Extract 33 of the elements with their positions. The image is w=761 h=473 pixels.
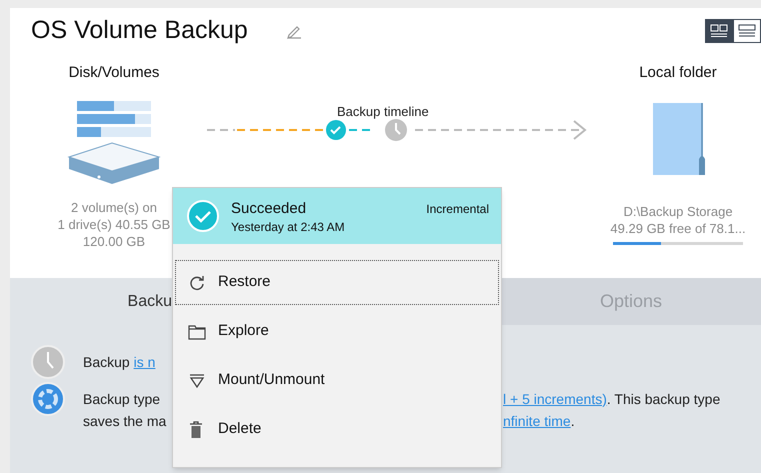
trash-icon <box>188 420 204 438</box>
status-text: Succeeded <box>231 200 308 218</box>
timestamp: Yesterday at 2:43 AM <box>231 219 345 236</box>
tab[interactable]: Backu <box>10 278 172 325</box>
window-title: OS Volume Backup <box>31 15 248 46</box>
list-view-button[interactable] <box>733 19 761 43</box>
folder-icon <box>650 102 706 176</box>
check-circle-icon <box>187 200 219 232</box>
card-view-button[interactable] <box>705 19 733 43</box>
detail-text: 120.00 GB <box>82 232 146 250</box>
folder-icon <box>188 324 206 340</box>
timeline-label: Backup timeline <box>337 103 429 121</box>
detail-text: 2 volume(s) on <box>71 198 157 216</box>
info-text: Backup <box>83 352 131 372</box>
info-text: . This backup type <box>606 390 720 409</box>
menu-item[interactable]: Mount/Unmount <box>175 358 499 403</box>
section-heading: Local folder <box>639 63 717 83</box>
clock-icon <box>30 345 64 379</box>
detail-text: 1 drive(s) 40.55 GB <box>58 216 170 232</box>
backup-type: Incremental <box>426 201 489 218</box>
info-text: saves the ma <box>83 412 166 430</box>
info-text: . <box>570 412 575 430</box>
detail-text: 49.29 GB free of 78.1... <box>610 220 746 236</box>
grid-view-icon <box>710 24 728 38</box>
menu-item[interactable]: Delete <box>175 407 499 452</box>
section-heading: Disk/Volumes <box>68 63 160 83</box>
menu-item[interactable]: Restore <box>175 260 499 305</box>
refresh-icon <box>188 274 206 292</box>
menu-item[interactable]: Explore <box>175 309 499 354</box>
detail-text: D:\Backup Storage <box>623 202 733 220</box>
list-view-icon <box>738 24 756 38</box>
disk-icon <box>67 98 161 184</box>
info-text: Backup type <box>83 390 160 409</box>
